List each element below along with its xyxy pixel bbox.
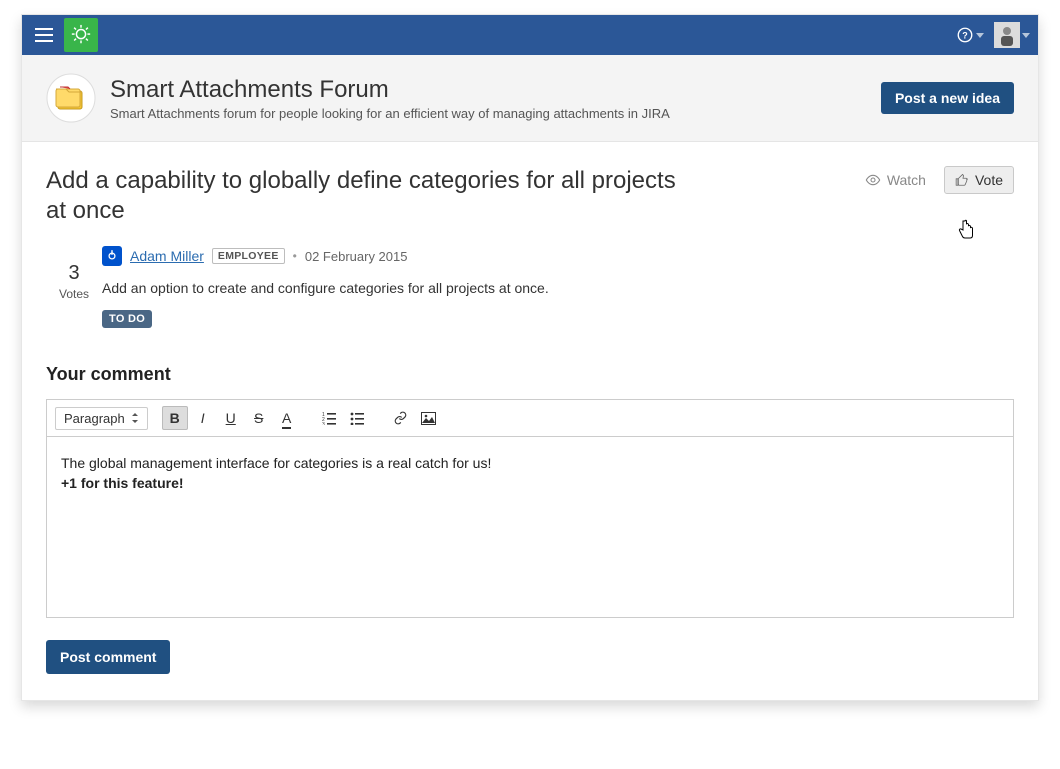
user-menu[interactable] xyxy=(994,22,1030,48)
author-avatar-icon xyxy=(102,246,122,266)
watch-label: Watch xyxy=(887,172,926,188)
vote-label: Vote xyxy=(975,172,1003,188)
link-button[interactable] xyxy=(388,406,414,430)
editor-toolbar: Paragraph B I U S A 123 xyxy=(47,400,1013,437)
top-navbar: ? xyxy=(22,15,1038,55)
watch-button[interactable]: Watch xyxy=(865,172,926,188)
help-icon[interactable]: ? xyxy=(956,26,984,44)
thumbs-up-icon xyxy=(955,173,969,187)
eye-icon xyxy=(865,172,881,188)
forum-subtitle: Smart Attachments forum for people looki… xyxy=(110,106,670,121)
vote-button[interactable]: Vote xyxy=(944,166,1014,194)
paragraph-style-dropdown[interactable]: Paragraph xyxy=(55,407,148,430)
editor-line-2: +1 for this feature! xyxy=(61,473,999,493)
strike-button[interactable]: S xyxy=(246,406,272,430)
vote-count-label: Votes xyxy=(46,287,102,301)
style-dropdown-label: Paragraph xyxy=(64,411,125,426)
post-comment-button[interactable]: Post comment xyxy=(46,640,170,674)
comment-heading: Your comment xyxy=(46,364,1014,385)
italic-button[interactable]: I xyxy=(190,406,216,430)
chevron-down-icon xyxy=(976,33,984,38)
cursor-pointer-icon xyxy=(956,218,976,247)
forum-banner: Smart Attachments Forum Smart Attachment… xyxy=(22,55,1038,142)
content-area: Add a capability to globally define cate… xyxy=(22,142,1038,700)
employee-badge: EMPLOYEE xyxy=(212,248,285,264)
separator-dot: • xyxy=(293,249,297,263)
author-link[interactable]: Adam Miller xyxy=(130,248,204,264)
ordered-list-button[interactable]: 123 xyxy=(317,406,343,430)
vote-count: 3 xyxy=(46,262,102,285)
idea-title: Add a capability to globally define cate… xyxy=(46,166,686,226)
idea-meta-row: Adam Miller EMPLOYEE • 02 February 2015 xyxy=(102,246,1014,266)
comment-textarea[interactable]: The global management interface for cate… xyxy=(47,437,1013,617)
post-new-idea-button[interactable]: Post a new idea xyxy=(881,82,1014,114)
forum-title: Smart Attachments Forum xyxy=(110,76,670,104)
text-color-button[interactable]: A xyxy=(274,406,300,430)
sort-icon xyxy=(131,413,139,423)
votes-column: 3 Votes xyxy=(46,246,102,328)
idea-header: Add a capability to globally define cate… xyxy=(46,166,1014,226)
status-badge: TO DO xyxy=(102,310,152,328)
comment-editor: Paragraph B I U S A 123 xyxy=(46,399,1014,618)
image-button[interactable] xyxy=(416,406,442,430)
unordered-list-button[interactable] xyxy=(345,406,371,430)
editor-line-1: The global management interface for cate… xyxy=(61,453,999,473)
forum-folder-icon xyxy=(46,73,96,123)
lightbulb-icon[interactable] xyxy=(64,18,98,52)
idea-body: 3 Votes Adam Miller EMPLOYEE • 02 Februa… xyxy=(46,246,1014,328)
idea-description: Add an option to create and configure ca… xyxy=(102,280,1014,296)
chevron-down-icon xyxy=(1022,33,1030,38)
idea-date: 02 February 2015 xyxy=(305,249,408,264)
bold-button[interactable]: B xyxy=(162,406,188,430)
app-frame: ? xyxy=(21,14,1039,701)
svg-text:3: 3 xyxy=(322,422,325,425)
underline-button[interactable]: U xyxy=(218,406,244,430)
hamburger-icon[interactable] xyxy=(30,21,58,49)
svg-text:?: ? xyxy=(962,30,968,40)
user-avatar-icon xyxy=(994,22,1020,48)
